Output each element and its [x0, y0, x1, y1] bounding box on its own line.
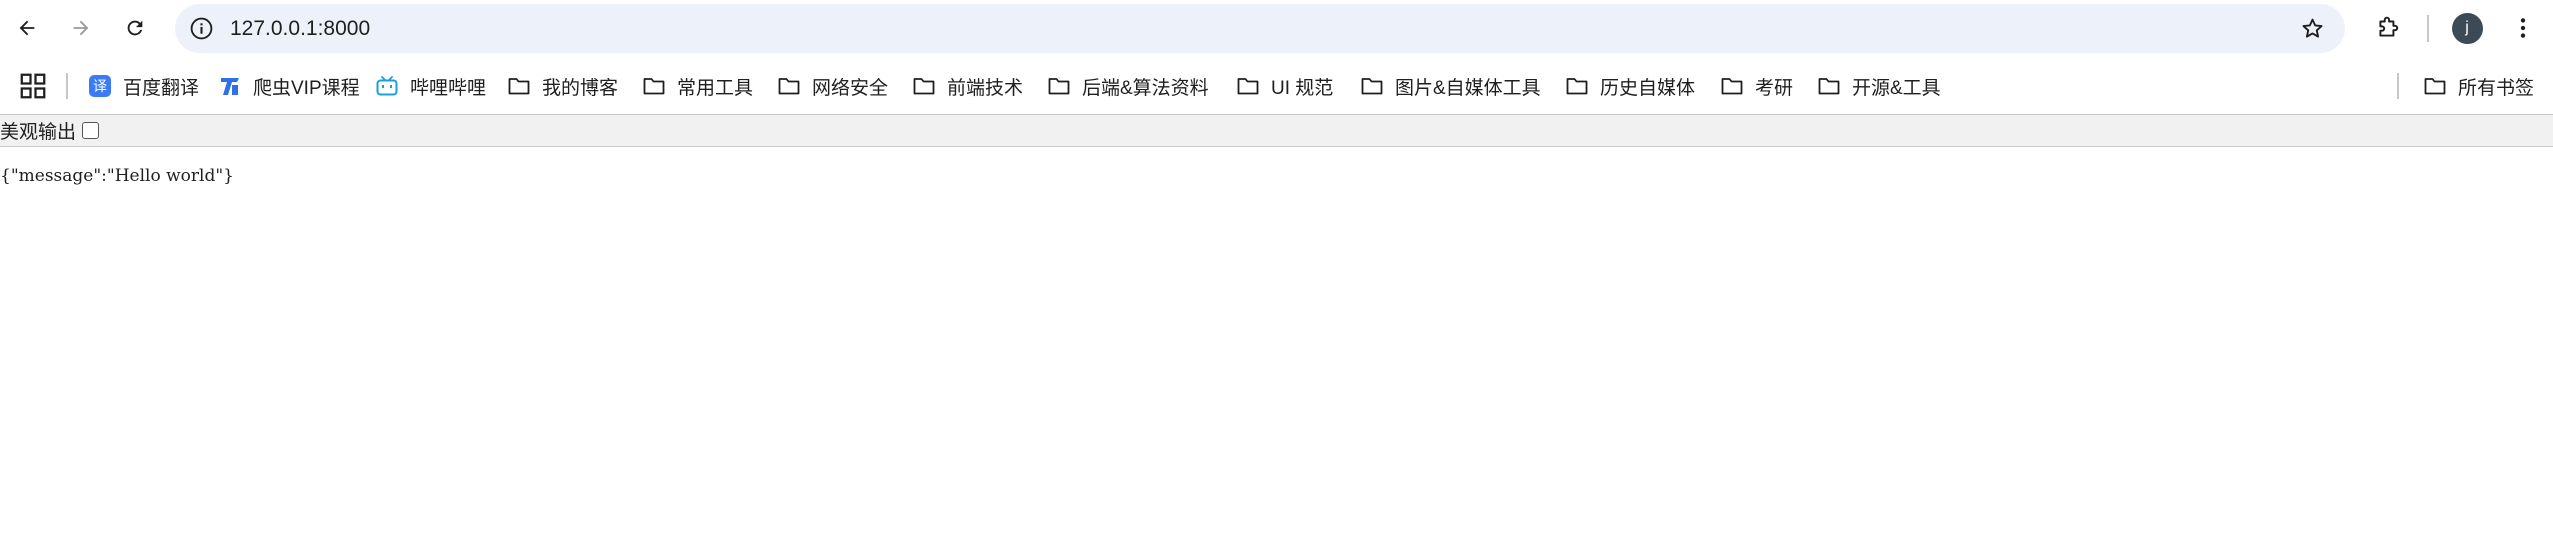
folder-icon — [777, 74, 801, 98]
back-arrow-icon — [19, 20, 35, 36]
baidu-translate-icon: 译 — [88, 74, 112, 98]
kebab-menu-icon — [2520, 18, 2526, 38]
reload-button[interactable] — [117, 10, 153, 46]
avatar: j — [2451, 12, 2483, 44]
bookmark-folder-frontend[interactable]: 前端技术 — [912, 69, 1023, 103]
forward-arrow-icon — [73, 20, 89, 36]
bookmark-spider-course[interactable]: 爬虫VIP课程 — [218, 69, 360, 103]
pretty-print-checkbox[interactable] — [82, 122, 100, 139]
bookmark-folder-my-blog[interactable]: 我的博客 — [507, 69, 618, 103]
bookmark-folder-ui-spec[interactable]: UI 规范 — [1236, 69, 1333, 103]
bookmark-folder-backend-algorithms[interactable]: 后端&算法资料 — [1047, 69, 1209, 103]
folder-icon — [912, 74, 936, 98]
folder-icon — [1817, 74, 1841, 98]
folder-icon — [1565, 74, 1589, 98]
bookmark-bilibili[interactable]: 哔哩哔哩 — [375, 69, 486, 103]
bookmark-label: 前端技术 — [947, 77, 1024, 99]
svg-text:译: 译 — [93, 79, 107, 95]
bookmarks-bar: 译 百度翻译 爬虫VIP课程 哔哩哔哩 我的博客 常用工具 网络安全 前端技术 … — [0, 57, 2553, 115]
bookmark-label: UI 规范 — [1271, 77, 1334, 99]
reload-icon — [127, 20, 143, 36]
json-response: {"message":"Hello world"} — [0, 166, 234, 186]
puzzle-icon — [2379, 16, 2399, 37]
folder-icon — [1047, 74, 1071, 98]
folder-icon — [642, 74, 666, 98]
bilibili-icon — [375, 74, 399, 98]
bookmark-baidu-translate[interactable]: 译 百度翻译 — [88, 69, 199, 103]
url-text[interactable]: 127.0.0.1:8000 — [230, 4, 370, 53]
bookmark-label: 考研 — [1755, 77, 1794, 99]
folder-icon — [1360, 74, 1384, 98]
bookmark-label: 哔哩哔哩 — [410, 77, 487, 99]
back-button[interactable] — [9, 10, 45, 46]
profile-button[interactable]: j — [2451, 12, 2483, 44]
apps-grid-icon[interactable] — [18, 71, 48, 101]
toolbar-divider — [2427, 15, 2429, 42]
bookmark-label: 历史自媒体 — [1600, 77, 1696, 99]
pretty-print-label[interactable]: 美观输出 — [0, 117, 76, 144]
bookmark-folder-open-source-tools[interactable]: 开源&工具 — [1817, 69, 1941, 103]
address-bar[interactable]: 127.0.0.1:8000 — [175, 4, 2345, 53]
forward-button[interactable] — [63, 10, 99, 46]
bookmark-label: 后端&算法资料 — [1082, 77, 1209, 99]
folder-icon — [1236, 74, 1260, 98]
folder-icon — [507, 74, 531, 98]
bookmark-folder-common-tools[interactable]: 常用工具 — [642, 69, 753, 103]
bookmark-folder-history-media[interactable]: 历史自媒体 — [1565, 69, 1695, 103]
extensions-button[interactable] — [2372, 12, 2404, 44]
bookmark-label: 我的博客 — [542, 77, 619, 99]
folder-icon — [1720, 74, 1744, 98]
pretty-print-bar: 美观输出 — [0, 115, 2553, 147]
browser-toolbar: 127.0.0.1:8000 j — [0, 0, 2553, 57]
bookmark-folder-image-media-tools[interactable]: 图片&自媒体工具 — [1360, 69, 1541, 103]
browser-menu-button[interactable] — [2507, 12, 2539, 44]
bookmark-folder-network-security[interactable]: 网络安全 — [777, 69, 888, 103]
info-icon[interactable] — [189, 16, 214, 41]
folder-icon — [2423, 74, 2447, 98]
bookmark-label: 爬虫VIP课程 — [253, 77, 360, 99]
bookmark-label: 开源&工具 — [1852, 77, 1941, 99]
bookmark-label: 百度翻译 — [123, 77, 200, 99]
bookmarks-divider — [2397, 73, 2399, 99]
bookmark-label: 所有书签 — [2458, 77, 2535, 99]
bookmark-folder-kaoyan[interactable]: 考研 — [1720, 69, 1793, 103]
bookmark-all-bookmarks[interactable]: 所有书签 — [2423, 69, 2534, 103]
bookmarks-divider — [66, 73, 68, 99]
bookmark-label: 常用工具 — [677, 77, 754, 99]
spider-course-icon — [218, 74, 242, 98]
bookmark-label: 图片&自媒体工具 — [1395, 77, 1541, 99]
star-icon[interactable] — [2300, 16, 2325, 41]
bookmark-label: 网络安全 — [812, 77, 889, 99]
